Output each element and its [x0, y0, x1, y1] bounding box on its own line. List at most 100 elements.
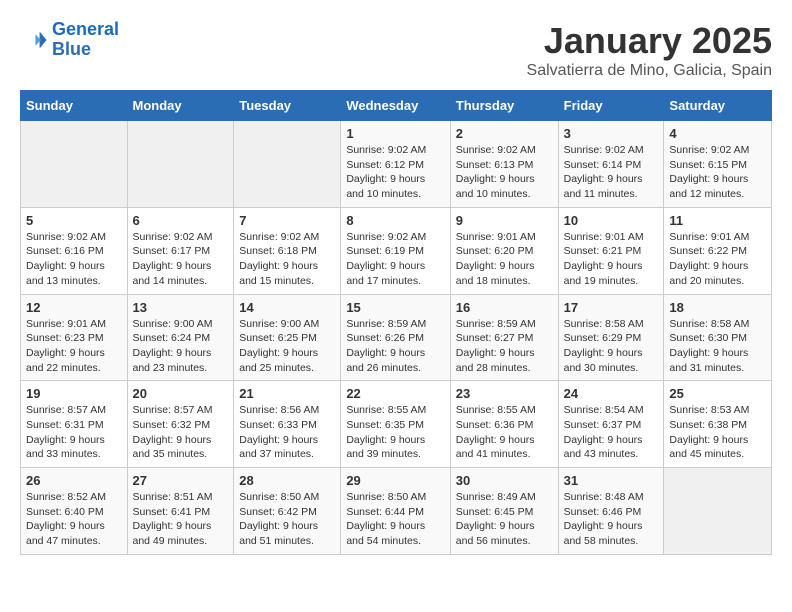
calendar-cell: 5Sunrise: 9:02 AM Sunset: 6:16 PM Daylig… [21, 207, 128, 294]
calendar-cell: 8 Sunrise: 9:02 AM Sunset: 6:19 PM Daylig… [341, 207, 450, 294]
calendar-cell: 15 Sunrise: 8:59 AM Sunset: 6:26 PM Dayli… [341, 294, 450, 381]
day-number: 4 [669, 126, 766, 141]
day-number: 1 [346, 126, 444, 141]
logo-line1: General [52, 19, 119, 39]
calendar-week-row: 12Sunrise: 9:01 AM Sunset: 6:23 PM Dayli… [21, 294, 772, 381]
cell-daylight-info: Sunrise: 9:02 AM Sunset: 6:16 PM Dayligh… [26, 230, 122, 289]
calendar-cell: 29 Sunrise: 8:50 AM Sunset: 6:44 PM Dayli… [341, 468, 450, 555]
day-number: 8 [346, 213, 444, 228]
day-number: 10 [564, 213, 659, 228]
calendar-cell: 1Sunrise: 9:02 AM Sunset: 6:12 PM Daylig… [341, 121, 450, 208]
day-number: 7 [239, 213, 335, 228]
day-header-thursday: Thursday [450, 91, 558, 121]
day-number: 28 [239, 473, 335, 488]
day-header-monday: Monday [127, 91, 234, 121]
day-number: 13 [133, 300, 229, 315]
calendar-cell: 28 Sunrise: 8:50 AM Sunset: 6:42 PM Dayli… [234, 468, 341, 555]
day-number: 26 [26, 473, 122, 488]
logo: General Blue [20, 20, 119, 60]
cell-daylight-info: Sunrise: 9:02 AM Sunset: 6:13 PM Dayligh… [456, 143, 553, 202]
calendar-cell: 9Sunrise: 9:01 AM Sunset: 6:20 PM Daylig… [450, 207, 558, 294]
cell-daylight-info: Sunrise: 9:01 AM Sunset: 6:21 PM Dayligh… [564, 230, 659, 289]
cell-daylight-info: Sunrise: 8:52 AM Sunset: 6:40 PM Dayligh… [26, 490, 122, 549]
calendar-cell [21, 121, 128, 208]
day-number: 22 [346, 386, 444, 401]
location-title: Salvatierra de Mino, Galicia, Spain [527, 62, 772, 80]
day-number: 31 [564, 473, 659, 488]
calendar-cell: 2 Sunrise: 9:02 AM Sunset: 6:13 PM Daylig… [450, 121, 558, 208]
calendar-cell: 4 Sunrise: 9:02 AM Sunset: 6:15 PM Daylig… [664, 121, 772, 208]
cell-daylight-info: Sunrise: 8:59 AM Sunset: 6:26 PM Dayligh… [346, 317, 444, 376]
month-title: January 2025 [527, 20, 772, 62]
calendar-cell: 20 Sunrise: 8:57 AM Sunset: 6:32 PM Dayli… [127, 381, 234, 468]
cell-daylight-info: Sunrise: 8:57 AM Sunset: 6:32 PM Dayligh… [133, 403, 229, 462]
calendar-cell: 7 Sunrise: 9:02 AM Sunset: 6:18 PM Daylig… [234, 207, 341, 294]
logo-text: General Blue [52, 20, 119, 60]
logo-icon [20, 26, 48, 54]
day-header-friday: Friday [558, 91, 664, 121]
cell-daylight-info: Sunrise: 9:00 AM Sunset: 6:24 PM Dayligh… [133, 317, 229, 376]
cell-daylight-info: Sunrise: 8:50 AM Sunset: 6:44 PM Dayligh… [346, 490, 444, 549]
cell-daylight-info: Sunrise: 9:02 AM Sunset: 6:15 PM Dayligh… [669, 143, 766, 202]
calendar-week-row: 5Sunrise: 9:02 AM Sunset: 6:16 PM Daylig… [21, 207, 772, 294]
cell-daylight-info: Sunrise: 9:02 AM Sunset: 6:18 PM Dayligh… [239, 230, 335, 289]
cell-daylight-info: Sunrise: 8:59 AM Sunset: 6:27 PM Dayligh… [456, 317, 553, 376]
day-number: 14 [239, 300, 335, 315]
cell-daylight-info: Sunrise: 8:55 AM Sunset: 6:36 PM Dayligh… [456, 403, 553, 462]
cell-daylight-info: Sunrise: 8:51 AM Sunset: 6:41 PM Dayligh… [133, 490, 229, 549]
day-number: 6 [133, 213, 229, 228]
cell-daylight-info: Sunrise: 8:58 AM Sunset: 6:30 PM Dayligh… [669, 317, 766, 376]
day-number: 23 [456, 386, 553, 401]
day-header-tuesday: Tuesday [234, 91, 341, 121]
calendar-cell: 25 Sunrise: 8:53 AM Sunset: 6:38 PM Dayli… [664, 381, 772, 468]
day-number: 15 [346, 300, 444, 315]
cell-daylight-info: Sunrise: 9:02 AM Sunset: 6:14 PM Dayligh… [564, 143, 659, 202]
calendar-cell: 10 Sunrise: 9:01 AM Sunset: 6:21 PM Dayli… [558, 207, 664, 294]
cell-daylight-info: Sunrise: 8:58 AM Sunset: 6:29 PM Dayligh… [564, 317, 659, 376]
cell-daylight-info: Sunrise: 9:01 AM Sunset: 6:22 PM Dayligh… [669, 230, 766, 289]
cell-daylight-info: Sunrise: 8:54 AM Sunset: 6:37 PM Dayligh… [564, 403, 659, 462]
calendar-cell: 18 Sunrise: 8:58 AM Sunset: 6:30 PM Dayli… [664, 294, 772, 381]
day-number: 2 [456, 126, 553, 141]
title-block: January 2025 Salvatierra de Mino, Galici… [527, 20, 772, 80]
calendar-cell: 19Sunrise: 8:57 AM Sunset: 6:31 PM Dayli… [21, 381, 128, 468]
day-number: 18 [669, 300, 766, 315]
cell-daylight-info: Sunrise: 9:02 AM Sunset: 6:19 PM Dayligh… [346, 230, 444, 289]
calendar-cell: 31Sunrise: 8:48 AM Sunset: 6:46 PM Dayli… [558, 468, 664, 555]
cell-daylight-info: Sunrise: 8:50 AM Sunset: 6:42 PM Dayligh… [239, 490, 335, 549]
day-header-sunday: Sunday [21, 91, 128, 121]
calendar-cell: 6Sunrise: 9:02 AM Sunset: 6:17 PM Daylig… [127, 207, 234, 294]
calendar-cell: 30Sunrise: 8:49 AM Sunset: 6:45 PM Dayli… [450, 468, 558, 555]
calendar-cell [234, 121, 341, 208]
calendar-cell: 11 Sunrise: 9:01 AM Sunset: 6:22 PM Dayli… [664, 207, 772, 294]
day-number: 29 [346, 473, 444, 488]
calendar-cell: 13 Sunrise: 9:00 AM Sunset: 6:24 PM Dayli… [127, 294, 234, 381]
calendar-week-row: 1Sunrise: 9:02 AM Sunset: 6:12 PM Daylig… [21, 121, 772, 208]
calendar-cell: 12Sunrise: 9:01 AM Sunset: 6:23 PM Dayli… [21, 294, 128, 381]
day-number: 11 [669, 213, 766, 228]
calendar-cell: 23 Sunrise: 8:55 AM Sunset: 6:36 PM Dayli… [450, 381, 558, 468]
cell-daylight-info: Sunrise: 8:53 AM Sunset: 6:38 PM Dayligh… [669, 403, 766, 462]
day-number: 3 [564, 126, 659, 141]
day-number: 17 [564, 300, 659, 315]
day-number: 25 [669, 386, 766, 401]
cell-daylight-info: Sunrise: 8:56 AM Sunset: 6:33 PM Dayligh… [239, 403, 335, 462]
calendar-cell [664, 468, 772, 555]
page-header: General Blue January 2025 Salvatierra de… [20, 20, 772, 80]
calendar-cell: 26 Sunrise: 8:52 AM Sunset: 6:40 PM Dayli… [21, 468, 128, 555]
day-header-wednesday: Wednesday [341, 91, 450, 121]
calendar-cell: 24Sunrise: 8:54 AM Sunset: 6:37 PM Dayli… [558, 381, 664, 468]
day-number: 9 [456, 213, 553, 228]
calendar-cell: 3 Sunrise: 9:02 AM Sunset: 6:14 PM Daylig… [558, 121, 664, 208]
day-number: 21 [239, 386, 335, 401]
day-number: 20 [133, 386, 229, 401]
calendar-cell: 16Sunrise: 8:59 AM Sunset: 6:27 PM Dayli… [450, 294, 558, 381]
calendar-week-row: 26 Sunrise: 8:52 AM Sunset: 6:40 PM Dayli… [21, 468, 772, 555]
cell-daylight-info: Sunrise: 9:00 AM Sunset: 6:25 PM Dayligh… [239, 317, 335, 376]
cell-daylight-info: Sunrise: 8:49 AM Sunset: 6:45 PM Dayligh… [456, 490, 553, 549]
calendar-cell [127, 121, 234, 208]
day-number: 19 [26, 386, 122, 401]
calendar-cell: 14 Sunrise: 9:00 AM Sunset: 6:25 PM Dayli… [234, 294, 341, 381]
calendar-header-row: SundayMondayTuesdayWednesdayThursdayFrid… [21, 91, 772, 121]
cell-daylight-info: Sunrise: 9:01 AM Sunset: 6:23 PM Dayligh… [26, 317, 122, 376]
